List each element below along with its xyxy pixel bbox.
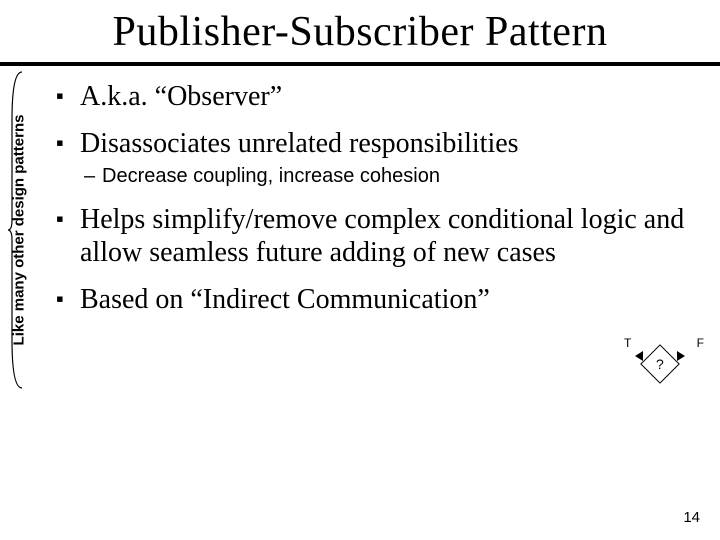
decision-node: ? <box>640 344 680 384</box>
bullet-text: Based on “Indirect Communication” <box>80 284 490 315</box>
bullet-item: Based on “Indirect Communication” <box>56 283 710 316</box>
bullet-item: A.k.a. “Observer” <box>56 80 710 113</box>
sub-bullet-item: Decrease coupling, increase cohesion <box>80 164 710 189</box>
bullet-text: Disassociates unrelated responsibilities <box>80 128 519 159</box>
bullet-text: Helps simplify/remove complex conditiona… <box>80 204 684 268</box>
bullet-list: A.k.a. “Observer” Disassociates unrelate… <box>56 80 710 316</box>
sub-bullet-list: Decrease coupling, increase cohesion <box>80 164 710 189</box>
sub-bullet-text: Decrease coupling, increase cohesion <box>102 165 440 187</box>
bullet-item: Disassociates unrelated responsibilities… <box>56 127 710 189</box>
bullet-text: A.k.a. “Observer” <box>80 81 282 112</box>
page-number: 14 <box>683 509 700 526</box>
arrow-left-icon <box>635 351 643 361</box>
decision-node-label: ? <box>656 356 664 372</box>
slide-title: Publisher-Subscriber Pattern <box>0 0 720 62</box>
decision-false-label: F <box>697 336 704 350</box>
bullet-item: Helps simplify/remove complex conditiona… <box>56 203 710 269</box>
arrow-right-icon <box>677 351 685 361</box>
title-divider <box>0 62 720 66</box>
decision-true-label: T <box>624 336 631 350</box>
decision-diagram: T F ? <box>616 336 704 388</box>
